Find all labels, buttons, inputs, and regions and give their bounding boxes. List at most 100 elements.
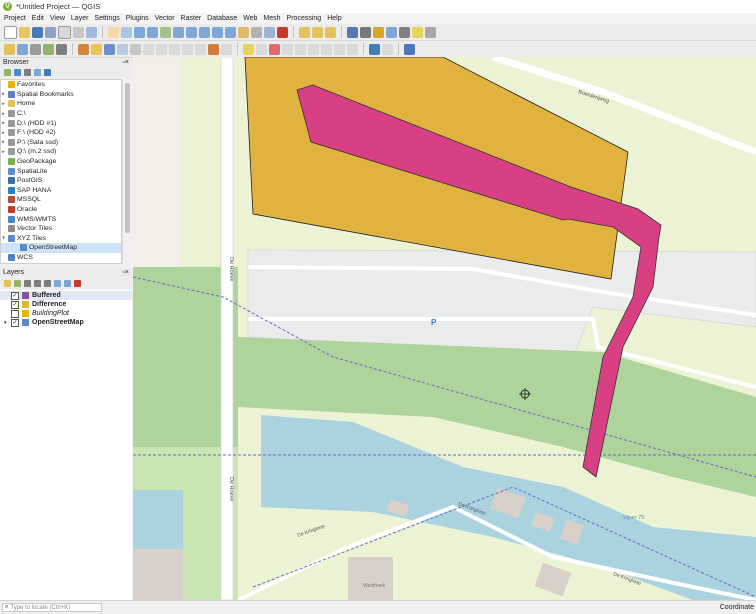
open-project-icon[interactable] (19, 26, 30, 38)
expand-arrow-icon[interactable]: ▸ (1, 139, 6, 145)
browser-item[interactable]: GeoPackage (1, 157, 121, 167)
new-project-icon[interactable] (4, 25, 17, 39)
layer-item[interactable]: ▾ ✓ OpenStreetMap (0, 318, 132, 327)
menu-help[interactable]: Help (327, 15, 341, 22)
layer-expander-icon[interactable]: ▾ (4, 320, 8, 326)
map-tips-icon[interactable] (412, 26, 423, 38)
browser-item[interactable]: ▸ Home (1, 99, 121, 109)
attribute-table-icon[interactable] (386, 26, 397, 38)
menu-vector[interactable]: Vector (155, 15, 175, 22)
data-source-manager-icon[interactable] (4, 43, 15, 55)
zoom-in-icon[interactable] (134, 26, 145, 38)
collapse-all-icon[interactable] (34, 69, 41, 76)
browser-item[interactable]: PostGIS (1, 176, 121, 186)
browser-item[interactable]: OpenStreetMap (1, 243, 121, 253)
browser-item[interactable]: Vector Tiles (1, 224, 121, 234)
refresh-icon[interactable] (277, 26, 288, 38)
browser-item[interactable]: Oracle (1, 205, 121, 215)
digitizing-icon[interactable] (56, 43, 67, 55)
browser-item[interactable]: ▸ Q:\ (m.2 ssd) (1, 147, 121, 157)
save-project-icon[interactable] (32, 26, 43, 38)
new-map-view-icon[interactable] (238, 26, 249, 38)
pan-to-selection-icon[interactable] (121, 26, 132, 38)
label-show-icon[interactable] (347, 43, 358, 55)
annotation-icon[interactable] (425, 26, 436, 38)
browser-item[interactable]: WMS/WMTS (1, 214, 121, 224)
scrollbar-thumb[interactable] (125, 83, 130, 233)
vertex-tool-icon[interactable] (130, 43, 141, 55)
processing-toolbox-icon[interactable] (404, 43, 415, 55)
settings-gear-icon[interactable] (360, 26, 371, 38)
layer-visibility-checkbox[interactable]: ✓ (11, 300, 19, 309)
save-edits-icon[interactable] (104, 43, 115, 55)
new-3d-view-icon[interactable] (264, 26, 275, 38)
print-layout-icon[interactable] (58, 25, 71, 39)
layer-visibility-checkbox[interactable]: ✓ (11, 291, 19, 300)
add-virtual-layer-icon[interactable] (43, 43, 54, 55)
filter-icon[interactable] (24, 69, 31, 76)
menu-mesh[interactable]: Mesh (263, 15, 280, 22)
add-feature-icon[interactable] (117, 43, 128, 55)
menu-database[interactable]: Database (207, 15, 237, 22)
browser-item[interactable]: SAP HANA (1, 186, 121, 196)
zoom-native-icon[interactable] (199, 26, 210, 38)
undo-icon[interactable] (208, 43, 219, 55)
browser-item[interactable]: MSSQL (1, 195, 121, 205)
zoom-next-icon[interactable] (225, 26, 236, 38)
zoom-out-icon[interactable] (147, 26, 158, 38)
browser-item[interactable]: WCS (1, 253, 121, 263)
expand-arrow-icon[interactable]: ▸ (1, 101, 6, 107)
browser-item[interactable]: Favorites (1, 80, 121, 90)
new-layer-icon[interactable] (17, 43, 28, 55)
layer-dropdown-icon[interactable] (30, 43, 41, 55)
browser-item[interactable]: ▾ XYZ Tiles (1, 234, 121, 244)
select-features-icon[interactable] (299, 26, 310, 38)
map-svg[interactable]: P Boerderijweg De Hoeve De Hoeve De Krin… (133, 57, 756, 600)
expand-arrow-icon[interactable]: ▸ (1, 149, 6, 155)
menu-view[interactable]: View (50, 15, 65, 22)
manage-map-themes-icon[interactable] (24, 280, 31, 287)
cut-features-icon[interactable] (169, 43, 180, 55)
delete-selected-icon[interactable] (156, 43, 167, 55)
menu-settings[interactable]: Settings (94, 15, 119, 22)
browser-item[interactable]: SpatiaLite (1, 166, 121, 176)
toggle-editing-pencil-icon[interactable] (91, 43, 102, 55)
menu-layer[interactable]: Layer (71, 15, 89, 22)
label-toolbar-icon[interactable] (243, 43, 254, 55)
measure-icon[interactable] (399, 26, 410, 38)
save-as-icon[interactable] (45, 26, 56, 38)
plugin-tool-icon[interactable] (382, 43, 393, 55)
identify-icon[interactable] (347, 26, 358, 38)
expand-arrow-icon[interactable]: ▸ (1, 91, 6, 97)
zoom-to-selection-icon[interactable] (173, 26, 184, 38)
add-selected-layers-icon[interactable] (4, 69, 11, 76)
browser-scrollbar[interactable] (122, 79, 132, 264)
modify-attributes-icon[interactable] (143, 43, 154, 55)
menu-project[interactable]: Project (4, 15, 26, 22)
style-manager-icon[interactable] (86, 26, 97, 38)
browser-item[interactable]: ▸ F:\ (HDD #2) (1, 128, 121, 138)
diagram-move-icon[interactable] (321, 43, 332, 55)
copy-features-icon[interactable] (182, 43, 193, 55)
filter-expression-icon[interactable] (44, 280, 51, 287)
properties-icon[interactable] (44, 69, 51, 76)
browser-item[interactable]: ▸ D:\ (HDD #1) (1, 118, 121, 128)
label-rotate-icon[interactable] (295, 43, 306, 55)
label-highlight-icon[interactable] (269, 43, 280, 55)
python-console-icon[interactable] (369, 43, 380, 55)
menu-raster[interactable]: Raster (181, 15, 202, 22)
sum-statistics-icon[interactable] (373, 26, 384, 38)
paste-features-icon[interactable] (195, 43, 206, 55)
layout-manager-icon[interactable] (73, 26, 84, 38)
refresh-icon[interactable] (14, 69, 21, 76)
browser-item[interactable]: ▸ Spatial Bookmarks (1, 90, 121, 100)
layer-item[interactable]: ✓ Buffered (0, 291, 132, 300)
layer-visibility-checkbox[interactable]: ✓ (11, 318, 19, 327)
browser-item[interactable]: ▸ P:\ (Sata ssd) (1, 138, 121, 148)
panel-close-icon[interactable]: ▫× (122, 59, 129, 66)
diagram-show-icon[interactable] (334, 43, 345, 55)
redo-icon[interactable] (221, 43, 232, 55)
menu-edit[interactable]: Edit (32, 15, 44, 22)
browser-item[interactable]: ▸ C:\ (1, 109, 121, 119)
expand-arrow-icon[interactable]: ▸ (1, 120, 6, 126)
